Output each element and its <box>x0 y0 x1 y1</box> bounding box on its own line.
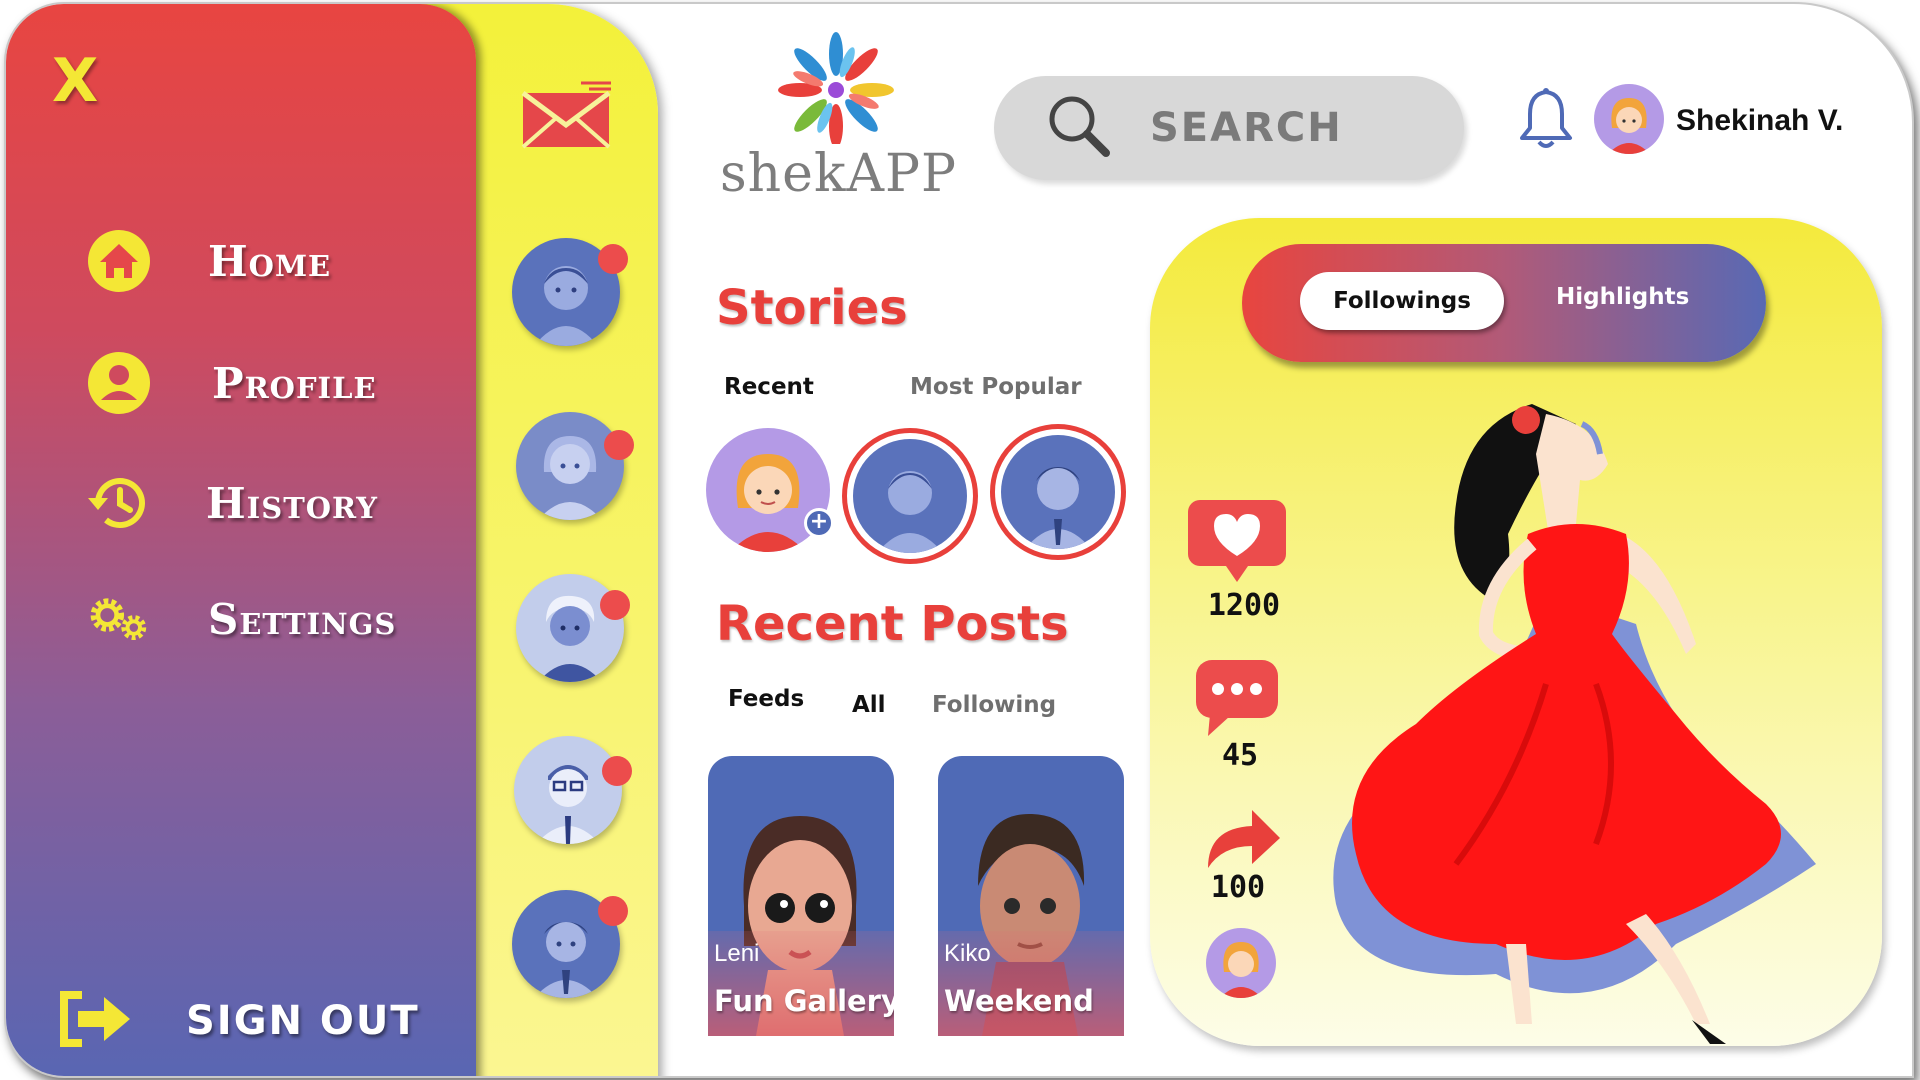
post-author: Kiko <box>944 940 991 967</box>
sign-out-button[interactable]: SIGN OUT <box>58 989 420 1053</box>
menu-label-history: History <box>206 478 378 528</box>
close-menu-button[interactable]: X <box>52 46 98 116</box>
tab-recent[interactable]: Recent <box>724 374 814 400</box>
search-placeholder: SEARCH <box>1150 105 1343 151</box>
user-icon <box>84 348 154 418</box>
story-avatar-boy <box>853 439 967 553</box>
avatar-man-gray-hair-icon <box>538 595 602 682</box>
toggle-followings[interactable]: Followings <box>1300 272 1504 330</box>
user-name: Shekinah V. <box>1676 104 1844 137</box>
tab-most-popular[interactable]: Most Popular <box>910 374 1082 400</box>
avatar-girl-icon <box>538 436 602 520</box>
notification-dot <box>604 430 634 460</box>
tab-following[interactable]: Following <box>932 692 1056 718</box>
menu-label-home: Home <box>208 236 332 286</box>
logo-text: shekAPP <box>720 144 957 204</box>
menu-label-settings: Settings <box>208 594 397 644</box>
contact-avatar-3[interactable] <box>516 574 624 682</box>
stories-title: Stories <box>716 280 908 336</box>
notification-dot <box>602 756 632 786</box>
post-title: Fun Gallery <box>714 984 894 1018</box>
shares-count: 100 <box>1210 870 1266 905</box>
gears-icon <box>84 584 154 654</box>
notification-dot <box>598 896 628 926</box>
contact-avatar-2[interactable] <box>516 412 624 520</box>
post-card-2[interactable]: Kiko Weekend <box>938 756 1124 1036</box>
toggle-highlights[interactable]: Highlights <box>1556 284 1689 310</box>
avatar-girl-blonde-icon <box>1220 942 1262 998</box>
comment-icon[interactable] <box>1194 658 1280 742</box>
avatar-girl-blonde-icon <box>1608 98 1650 154</box>
menu-item-history[interactable]: History <box>84 468 378 538</box>
share-icon[interactable] <box>1202 802 1282 876</box>
tab-feeds[interactable]: Feeds <box>728 686 804 712</box>
notification-dot <box>598 244 628 274</box>
story-ring-1[interactable] <box>842 428 978 564</box>
heart-icon[interactable] <box>1186 498 1288 588</box>
menu-item-profile[interactable]: Profile <box>84 348 377 418</box>
likes-count: 1200 <box>1207 588 1281 623</box>
side-menu: X Home Profile History Settings SIGN OUT <box>6 4 476 1076</box>
flamenco-dancer-illustration <box>1296 384 1856 1048</box>
home-icon <box>84 226 154 296</box>
logo-flower-icon <box>768 26 904 148</box>
history-icon <box>84 468 154 538</box>
app-window: X Home Profile History Settings SIGN OUT… <box>4 2 1914 1078</box>
avatar-man-suit-icon <box>1025 467 1091 549</box>
notification-dot <box>600 590 630 620</box>
bell-icon[interactable] <box>1518 86 1574 156</box>
post-owner-avatar[interactable] <box>1206 928 1276 998</box>
recent-posts-title: Recent Posts <box>716 596 1069 652</box>
search-icon <box>1044 91 1114 165</box>
avatar-man-glasses-icon <box>536 765 600 844</box>
comments-count: 45 <box>1221 738 1259 773</box>
mail-icon[interactable] <box>521 79 613 155</box>
story-ring-2[interactable] <box>990 424 1126 560</box>
post-author: Leni <box>714 940 760 967</box>
sign-out-label: SIGN OUT <box>186 998 420 1044</box>
avatar-boy-icon <box>877 471 943 553</box>
contact-avatar-4[interactable] <box>514 736 622 844</box>
menu-label-profile: Profile <box>212 358 377 408</box>
tab-all[interactable]: All <box>852 692 886 718</box>
story-avatar-man <box>1001 435 1115 549</box>
sign-out-icon <box>58 989 138 1053</box>
menu-item-home[interactable]: Home <box>84 226 331 296</box>
add-story-button[interactable]: + <box>804 508 834 538</box>
search-input[interactable]: SEARCH <box>994 76 1464 180</box>
user-avatar[interactable] <box>1594 84 1664 154</box>
post-title: Weekend <box>944 984 1094 1018</box>
post-card-1[interactable]: Leni Fun Gallery <box>708 756 894 1036</box>
menu-item-settings[interactable]: Settings <box>84 584 396 654</box>
